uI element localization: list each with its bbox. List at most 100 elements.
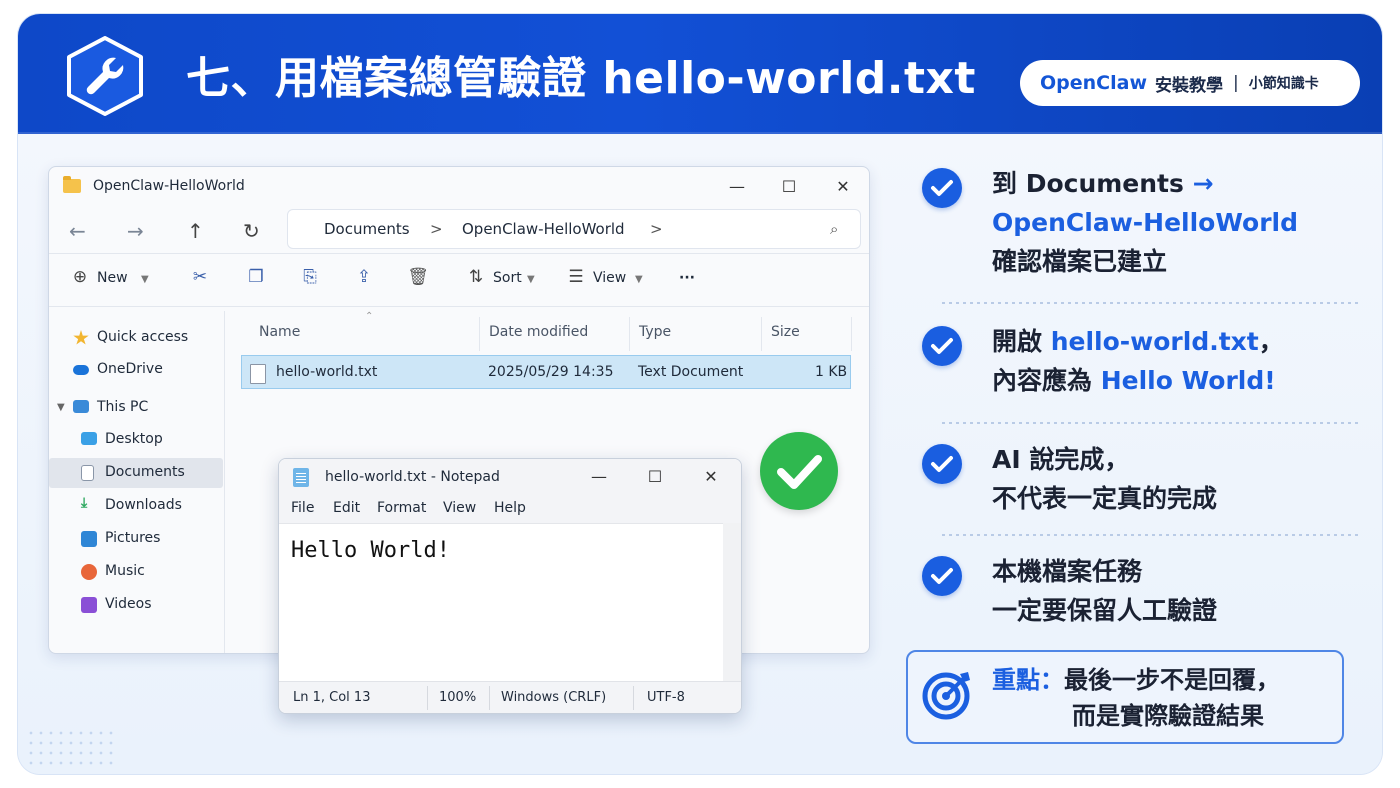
point-text: 開啟 bbox=[992, 327, 1051, 356]
column-header-name[interactable]: Name bbox=[259, 324, 300, 340]
target-icon bbox=[922, 672, 970, 720]
nav-item-videos[interactable]: Videos bbox=[49, 590, 223, 620]
breadcrumb-chevron[interactable]: > bbox=[650, 220, 663, 238]
sort-button[interactable]: Sort bbox=[493, 270, 522, 286]
notepad-text-area[interactable]: Hello World! bbox=[279, 523, 723, 683]
column-divider[interactable] bbox=[629, 317, 630, 351]
encoding: UTF-8 bbox=[647, 690, 685, 705]
pictures-icon bbox=[81, 531, 97, 547]
cut-icon[interactable]: ✂ bbox=[189, 267, 211, 289]
nav-item-downloads[interactable]: ⤓ Downloads bbox=[49, 491, 223, 521]
breadcrumb-chevron: > bbox=[430, 220, 443, 238]
breadcrumb-documents[interactable]: Documents bbox=[324, 220, 410, 238]
maximize-icon[interactable]: ☐ bbox=[643, 465, 667, 489]
badge-separator: | bbox=[1233, 73, 1239, 93]
zoom-level: 100% bbox=[439, 690, 477, 705]
arrow-icon: → bbox=[1192, 169, 1214, 198]
table-row[interactable]: hello-world.txt 2025/05/29 14:35 Text Do… bbox=[241, 355, 851, 389]
series-name: 小節知識卡 bbox=[1248, 76, 1319, 92]
plus-icon[interactable]: ⊕ bbox=[69, 267, 91, 289]
nav-label: Desktop bbox=[105, 431, 163, 447]
chevron-down-icon[interactable]: ▼ bbox=[57, 402, 65, 413]
divider bbox=[942, 302, 1362, 304]
refresh-icon[interactable]: ↻ bbox=[243, 219, 260, 243]
column-header-date-modified[interactable]: Date modified bbox=[489, 324, 588, 340]
file-size: 1 KB bbox=[815, 364, 848, 380]
delete-icon[interactable]: 🗑 bbox=[407, 267, 429, 289]
notepad-window[interactable]: hello-world.txt - Notepad — ☐ ✕ File Edi… bbox=[278, 458, 742, 714]
address-bar[interactable]: Documents > OpenClaw-HelloWorld > ⌕ bbox=[287, 209, 861, 249]
forward-arrow-icon[interactable]: → bbox=[127, 219, 144, 243]
point-text: 確認檔案已建立 bbox=[992, 247, 1168, 276]
column-header-type[interactable]: Type bbox=[639, 324, 671, 340]
slide: 七、用檔案總管驗證 hello-world.txt OpenClaw 安裝教學 … bbox=[18, 14, 1382, 774]
notepad-titlebar[interactable]: hello-world.txt - Notepad — ☐ ✕ bbox=[279, 459, 741, 497]
menu-view[interactable]: View bbox=[443, 500, 476, 516]
sort-caret-icon: ⌃ bbox=[365, 311, 374, 322]
share-icon[interactable]: ⇪ bbox=[353, 267, 375, 289]
explorer-window-title: OpenClaw-HelloWorld bbox=[93, 178, 245, 194]
more-options-icon[interactable]: ··· bbox=[679, 270, 695, 286]
point-text: hello-world.txt bbox=[1050, 327, 1259, 356]
minimize-icon[interactable]: — bbox=[587, 465, 611, 489]
chevron-down-icon[interactable]: ▼ bbox=[141, 274, 149, 285]
nav-item-documents[interactable]: Documents bbox=[49, 458, 223, 488]
close-icon[interactable]: ✕ bbox=[831, 175, 855, 199]
column-divider[interactable] bbox=[761, 317, 762, 351]
video-icon bbox=[81, 597, 97, 613]
sort-icon[interactable]: ⇅ bbox=[465, 267, 487, 289]
menu-file[interactable]: File bbox=[291, 500, 314, 516]
nav-item-music[interactable]: Music bbox=[49, 557, 223, 587]
nav-item-quick-access[interactable]: Quick access bbox=[49, 323, 223, 353]
back-arrow-icon[interactable]: ← bbox=[69, 219, 86, 243]
menu-help[interactable]: Help bbox=[494, 500, 526, 516]
search-icon[interactable]: ⌕ bbox=[830, 220, 838, 238]
nav-item-this-pc[interactable]: ▼ This PC bbox=[49, 393, 223, 423]
nav-item-desktop[interactable]: Desktop bbox=[49, 425, 223, 455]
column-divider[interactable] bbox=[479, 317, 480, 351]
success-check-icon bbox=[760, 432, 838, 510]
maximize-icon[interactable]: ☐ bbox=[777, 175, 801, 199]
nav-item-pictures[interactable]: Pictures bbox=[49, 524, 223, 554]
decorative-dots bbox=[26, 728, 116, 768]
folder-icon bbox=[63, 176, 81, 193]
point-text: Hello World! bbox=[1100, 366, 1276, 395]
chevron-down-icon[interactable]: ▼ bbox=[635, 274, 643, 285]
key-point-text: 而是實際驗證結果 bbox=[1072, 702, 1264, 730]
menu-edit[interactable]: Edit bbox=[333, 500, 360, 516]
nav-label: Documents bbox=[105, 464, 185, 480]
notepad-content[interactable]: Hello World! bbox=[291, 538, 450, 563]
file-name: hello-world.txt bbox=[276, 364, 378, 380]
view-button[interactable]: View bbox=[593, 270, 626, 286]
computer-icon bbox=[73, 400, 89, 413]
desktop-icon bbox=[81, 432, 97, 445]
text-file-icon bbox=[250, 364, 266, 384]
nav-label: Pictures bbox=[105, 530, 161, 546]
up-arrow-icon[interactable]: ↑ bbox=[187, 219, 204, 243]
rename-icon[interactable]: ⎘ bbox=[299, 267, 321, 289]
close-icon[interactable]: ✕ bbox=[699, 465, 723, 489]
check-icon bbox=[922, 444, 962, 484]
column-header-size[interactable]: Size bbox=[771, 324, 800, 340]
new-button[interactable]: New bbox=[97, 270, 128, 286]
minimize-icon[interactable]: — bbox=[725, 175, 749, 199]
point-text: 本機檔案任務 bbox=[992, 557, 1143, 586]
nav-label: Music bbox=[105, 563, 145, 579]
column-divider[interactable] bbox=[851, 317, 852, 351]
menu-format[interactable]: Format bbox=[377, 500, 426, 516]
breadcrumb-openclaw-helloworld[interactable]: OpenClaw-HelloWorld bbox=[462, 220, 625, 238]
key-point-label: 重點： bbox=[992, 666, 1064, 694]
file-type: Text Document bbox=[638, 364, 744, 380]
nav-label: Quick access bbox=[97, 329, 189, 345]
view-icon[interactable]: ☰ bbox=[565, 267, 587, 289]
nav-label: Videos bbox=[105, 596, 152, 612]
cloud-icon bbox=[73, 365, 89, 375]
nav-item-onedrive[interactable]: OneDrive bbox=[49, 355, 223, 385]
explorer-toolbar: ⊕ New ▼ ✂ ❐ ⎘ ⇪ 🗑 ⇅ Sort ▼ ☰ View ▼ ··· bbox=[49, 254, 869, 306]
explorer-titlebar[interactable]: OpenClaw-HelloWorld — ☐ ✕ bbox=[49, 167, 869, 207]
copy-icon[interactable]: ❐ bbox=[245, 267, 267, 289]
point-text: 內容應為 bbox=[992, 366, 1101, 395]
vertical-scrollbar[interactable] bbox=[723, 523, 741, 683]
chevron-down-icon[interactable]: ▼ bbox=[527, 274, 535, 285]
file-date-modified: 2025/05/29 14:35 bbox=[488, 364, 614, 380]
